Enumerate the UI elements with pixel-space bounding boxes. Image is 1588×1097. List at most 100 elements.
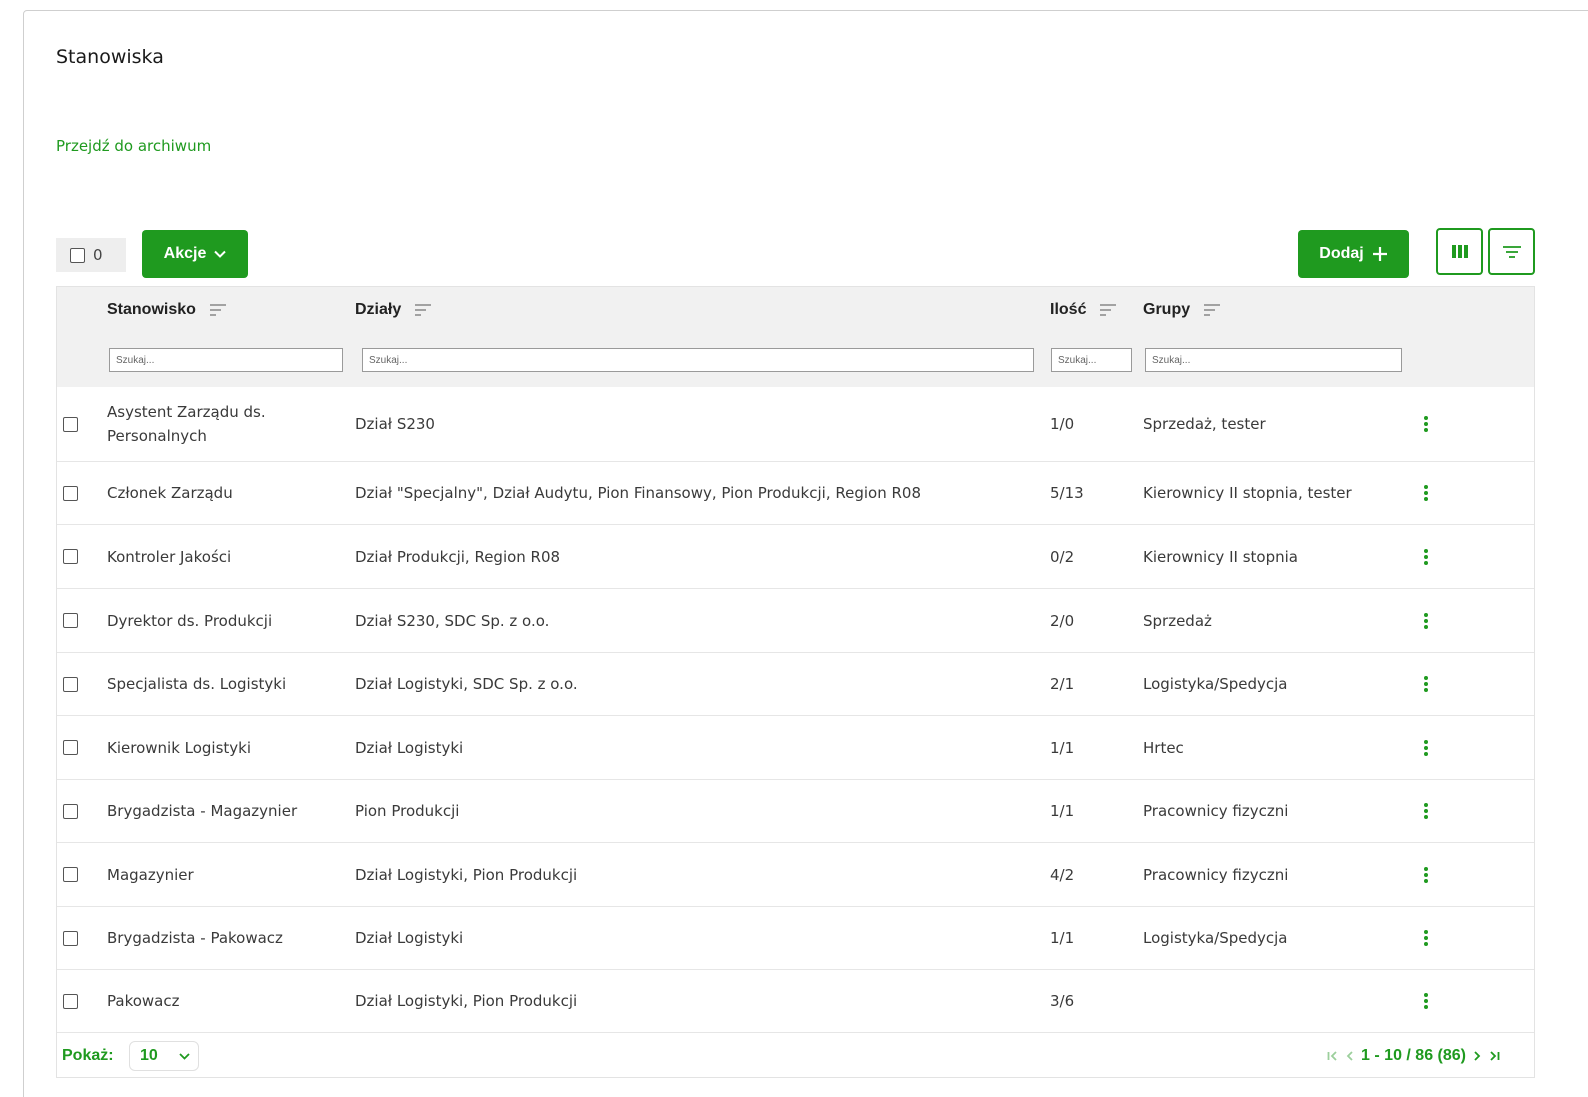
filter-button[interactable] <box>1488 228 1535 275</box>
table-row[interactable]: Brygadzista - Pakowacz Dział Logistyki 1… <box>57 907 1534 970</box>
last-page-icon <box>1490 1051 1500 1061</box>
table-row[interactable]: Pakowacz Dział Logistyki, Pion Produkcji… <box>57 970 1534 1033</box>
kebab-menu-icon <box>1424 866 1428 883</box>
sort-icon <box>209 304 226 316</box>
column-header-ilosc[interactable]: Ilość <box>1050 301 1117 319</box>
cell-groups: Kierownicy II stopnia, tester <box>1143 484 1352 502</box>
cell-groups: Pracownicy fizyczni <box>1143 865 1289 884</box>
table-row[interactable]: Dyrektor ds. Produkcji Dział S230, SDC S… <box>57 589 1534 653</box>
row-checkbox[interactable] <box>63 416 78 432</box>
page-title: Stanowiska <box>56 46 164 68</box>
row-checkbox-cell <box>63 525 78 588</box>
table-row[interactable]: Członek Zarządu Dział "Specjalny", Dział… <box>57 462 1534 525</box>
search-ilosc-input[interactable] <box>1051 348 1132 372</box>
row-menu-button[interactable] <box>1419 387 1433 461</box>
filter-icon <box>1502 245 1521 258</box>
row-menu-button[interactable] <box>1419 462 1433 524</box>
table-row[interactable]: Kierownik Logistyki Dział Logistyki 1/1 … <box>57 716 1534 780</box>
search-grupy-input[interactable] <box>1145 348 1402 372</box>
cell-groups: Sprzedaż <box>1143 611 1212 630</box>
search-dzialy-input[interactable] <box>362 348 1034 372</box>
cell-name: Asystent Zarządu ds. Personalnych <box>107 403 266 445</box>
row-checkbox[interactable] <box>63 485 78 501</box>
row-checkbox[interactable] <box>63 993 78 1009</box>
row-checkbox[interactable] <box>63 740 78 755</box>
cell-quantity: 0/2 <box>1050 547 1075 566</box>
cell-departments: Dział Logistyki, Pion Produkcji <box>355 865 578 884</box>
row-menu-button[interactable] <box>1419 843 1433 906</box>
page-size-select[interactable]: 10 <box>129 1041 199 1071</box>
row-menu-button[interactable] <box>1419 653 1433 715</box>
row-menu-button[interactable] <box>1419 716 1433 779</box>
cell-departments: Dział S230 <box>355 415 435 433</box>
column-header-grupy[interactable]: Grupy <box>1143 301 1221 319</box>
row-menu-button[interactable] <box>1419 907 1433 969</box>
cell-quantity: 5/13 <box>1050 484 1084 502</box>
sort-icon <box>415 304 432 316</box>
row-checkbox-cell <box>63 716 78 779</box>
sort-icon <box>1100 304 1117 316</box>
row-checkbox[interactable] <box>63 613 78 628</box>
last-page-button[interactable] <box>1489 1051 1500 1061</box>
kebab-menu-icon <box>1424 676 1428 692</box>
next-page-button[interactable] <box>1474 1051 1481 1061</box>
search-stanowisko-input[interactable] <box>109 348 343 372</box>
cell-name: Brygadzista - Magazynier <box>107 802 298 820</box>
chevron-down-icon <box>179 1052 190 1060</box>
row-menu-button[interactable] <box>1419 970 1433 1032</box>
cell-departments: Dział Logistyki, SDC Sp. z o.o. <box>355 675 578 693</box>
columns-button[interactable] <box>1436 228 1483 275</box>
kebab-menu-icon <box>1424 803 1428 819</box>
row-checkbox-cell <box>63 387 78 461</box>
add-button[interactable]: Dodaj <box>1298 230 1409 278</box>
table-footer: Pokaż: 10 1 - 10 / 86 (86) <box>57 1033 1534 1079</box>
cell-name: Pakowacz <box>107 992 180 1010</box>
cell-name: Dyrektor ds. Produkcji <box>107 611 273 630</box>
row-checkbox-cell <box>63 907 78 969</box>
cell-groups: Hrtec <box>1143 738 1184 757</box>
kebab-menu-icon <box>1424 930 1428 946</box>
first-page-button[interactable] <box>1327 1051 1338 1061</box>
kebab-menu-icon <box>1424 416 1428 432</box>
next-page-icon <box>1474 1051 1481 1061</box>
kebab-menu-icon <box>1424 993 1428 1009</box>
page-range: 1 - 10 / 86 (86) <box>1361 1047 1466 1064</box>
table-row[interactable]: Asystent Zarządu ds. Personalnych Dział … <box>57 387 1534 462</box>
table-row[interactable]: Brygadzista - Magazynier Pion Produkcji … <box>57 780 1534 843</box>
cell-groups: Logistyka/Spedycja <box>1143 675 1288 693</box>
row-checkbox-cell <box>63 653 78 715</box>
row-checkbox-cell <box>63 462 78 524</box>
cell-name: Brygadzista - Pakowacz <box>107 929 283 947</box>
actions-button[interactable]: Akcje <box>142 230 248 278</box>
select-all-checkbox[interactable] <box>70 247 85 263</box>
row-checkbox[interactable] <box>63 867 78 882</box>
select-all-box: 0 <box>56 238 126 272</box>
table-row[interactable]: Kontroler Jakości Dział Produkcji, Regio… <box>57 525 1534 589</box>
chevron-down-icon <box>214 250 227 258</box>
column-header-stanowisko[interactable]: Stanowisko <box>107 301 226 319</box>
cell-departments: Dział Logistyki <box>355 929 464 947</box>
cell-quantity: 2/1 <box>1050 675 1075 693</box>
row-menu-button[interactable] <box>1419 780 1433 842</box>
cell-quantity: 1/1 <box>1050 738 1075 757</box>
columns-icon <box>1451 245 1468 258</box>
table-row[interactable]: Specjalista ds. Logistyki Dział Logistyk… <box>57 653 1534 716</box>
row-checkbox[interactable] <box>63 930 78 946</box>
cell-name: Członek Zarządu <box>107 484 233 502</box>
prev-page-button[interactable] <box>1346 1051 1353 1061</box>
row-menu-button[interactable] <box>1419 589 1433 652</box>
row-checkbox[interactable] <box>63 803 78 819</box>
row-menu-button[interactable] <box>1419 525 1433 588</box>
table-row[interactable]: Magazynier Dział Logistyki, Pion Produkc… <box>57 843 1534 907</box>
plus-icon <box>1372 247 1387 261</box>
pagination: 1 - 10 / 86 (86) <box>1327 1047 1500 1065</box>
cell-groups: Kierownicy II stopnia <box>1143 547 1298 566</box>
row-checkbox[interactable] <box>63 676 78 692</box>
archive-link[interactable]: Przejdź do archiwum <box>56 137 211 155</box>
actions-label: Akcje <box>163 245 207 262</box>
row-checkbox[interactable] <box>63 549 78 564</box>
column-label: Stanowisko <box>107 301 196 318</box>
cell-departments: Dział Logistyki, Pion Produkcji <box>355 992 578 1010</box>
column-header-dzialy[interactable]: Działy <box>355 301 432 319</box>
page-size-value: 10 <box>140 1047 158 1064</box>
